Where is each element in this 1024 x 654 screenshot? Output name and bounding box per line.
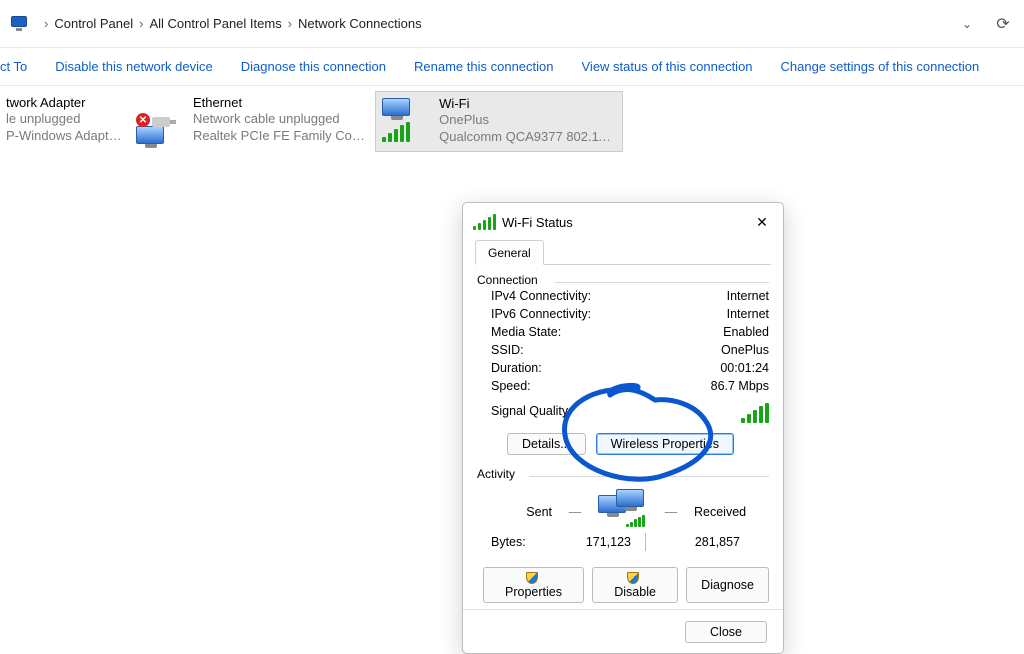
speed-label: Speed: [491,379,531,393]
signal-bars-icon [473,214,496,230]
signal-quality-label: Signal Quality: [491,404,572,418]
ipv4-label: IPv4 Connectivity: [491,289,591,303]
toolbar-rename[interactable]: Rename this connection [414,59,553,74]
adapter-device: Qualcomm QCA9377 802.11ac Wi... [439,129,616,145]
group-legend-connection: Connection [477,273,769,287]
adapter-status: le unplugged [6,111,124,127]
refresh-icon[interactable]: ⟳ [992,13,1014,35]
adapter-title: Ethernet [193,95,369,111]
breadcrumb-item-control-panel[interactable]: Control Panel [54,16,133,31]
control-panel-icon [10,14,30,34]
toolbar-view-status[interactable]: View status of this connection [582,59,753,74]
toolbar: ct To Disable this network device Diagno… [0,48,1024,86]
bytes-received-value: 281,857 [660,535,740,549]
diagnose-button[interactable]: Diagnose [686,567,769,603]
shield-icon [627,572,639,584]
dash-icon: — [566,505,584,519]
tab-general[interactable]: General [475,240,544,265]
wifi-icon [382,96,429,145]
close-icon[interactable]: ✕ [751,211,773,233]
adapter-status: Network cable unplugged [193,111,369,127]
ipv6-label: IPv6 Connectivity: [491,307,591,321]
signal-quality-icon [741,405,769,423]
dash-icon: — [662,505,680,519]
adapter-title: Wi-Fi [439,96,616,112]
bytes-label: Bytes: [491,535,551,549]
dialog-title: Wi-Fi Status [502,215,573,230]
breadcrumb-sep: › [139,16,143,31]
breadcrumb-sep: › [288,16,292,31]
details-button[interactable]: Details... [507,433,586,455]
wifi-status-dialog: Wi-Fi Status ✕ General Connection IPv4 C… [462,202,784,654]
adapter-tile-bluetooth[interactable]: twork Adapter le unplugged P-Windows Ada… [0,91,130,148]
media-state-value: Enabled [723,325,769,339]
wireless-properties-button[interactable]: Wireless Properties [596,433,734,455]
activity-icon [598,489,648,519]
tabset: General [475,239,771,265]
shield-icon [526,572,538,584]
dialog-titlebar[interactable]: Wi-Fi Status ✕ [463,203,783,239]
bytes-sent-value: 171,123 [551,535,631,549]
group-activity: Activity Sent — — Received Bytes: 171,12… [475,459,771,609]
breadcrumb-bar: › Control Panel › All Control Panel Item… [0,0,1024,48]
properties-button-label: Properties [505,585,562,599]
adapter-device: Realtek PCIe FE Family Controller [193,128,369,144]
received-label: Received [694,505,754,519]
dialog-footer: Close [463,609,783,653]
media-state-label: Media State: [491,325,561,339]
breadcrumb-item-all-items[interactable]: All Control Panel Items [149,16,281,31]
ssid-value: OnePlus [721,343,769,357]
adapter-tile-wifi-selected[interactable]: Wi-Fi OnePlus Qualcomm QCA9377 802.11ac … [375,91,623,152]
adapter-device: P-Windows Adapter ... [6,128,124,144]
chevron-down-icon[interactable]: ⌄ [962,17,972,31]
toolbar-diagnose[interactable]: Diagnose this connection [241,59,386,74]
ipv6-value: Internet [727,307,769,321]
ssid-label: SSID: [491,343,524,357]
ipv4-value: Internet [727,289,769,303]
close-button[interactable]: Close [685,621,767,643]
divider [645,533,646,551]
group-connection: Connection IPv4 Connectivity: Internet IP… [475,265,771,459]
toolbar-change-settings[interactable]: Change settings of this connection [781,59,980,74]
toolbar-connect-to[interactable]: ct To [0,59,27,74]
breadcrumb-sep: › [44,16,48,31]
properties-button[interactable]: Properties [483,567,584,603]
duration-value: 00:01:24 [720,361,769,375]
toolbar-disable-device[interactable]: Disable this network device [55,59,213,74]
adapter-tile-ethernet[interactable]: ✕ Ethernet Network cable unplugged Realt… [130,91,375,148]
ethernet-icon: ✕ [136,95,183,144]
disable-button[interactable]: Disable [592,567,678,603]
adapter-title: twork Adapter [6,95,124,111]
sent-label: Sent [492,505,552,519]
duration-label: Duration: [491,361,542,375]
group-legend-activity: Activity [477,467,769,481]
breadcrumb-item-network-connections[interactable]: Network Connections [298,16,422,31]
disable-button-label: Disable [614,585,656,599]
adapter-list: twork Adapter le unplugged P-Windows Ada… [0,86,1024,152]
adapter-status: OnePlus [439,112,616,128]
speed-value: 86.7 Mbps [711,379,769,393]
